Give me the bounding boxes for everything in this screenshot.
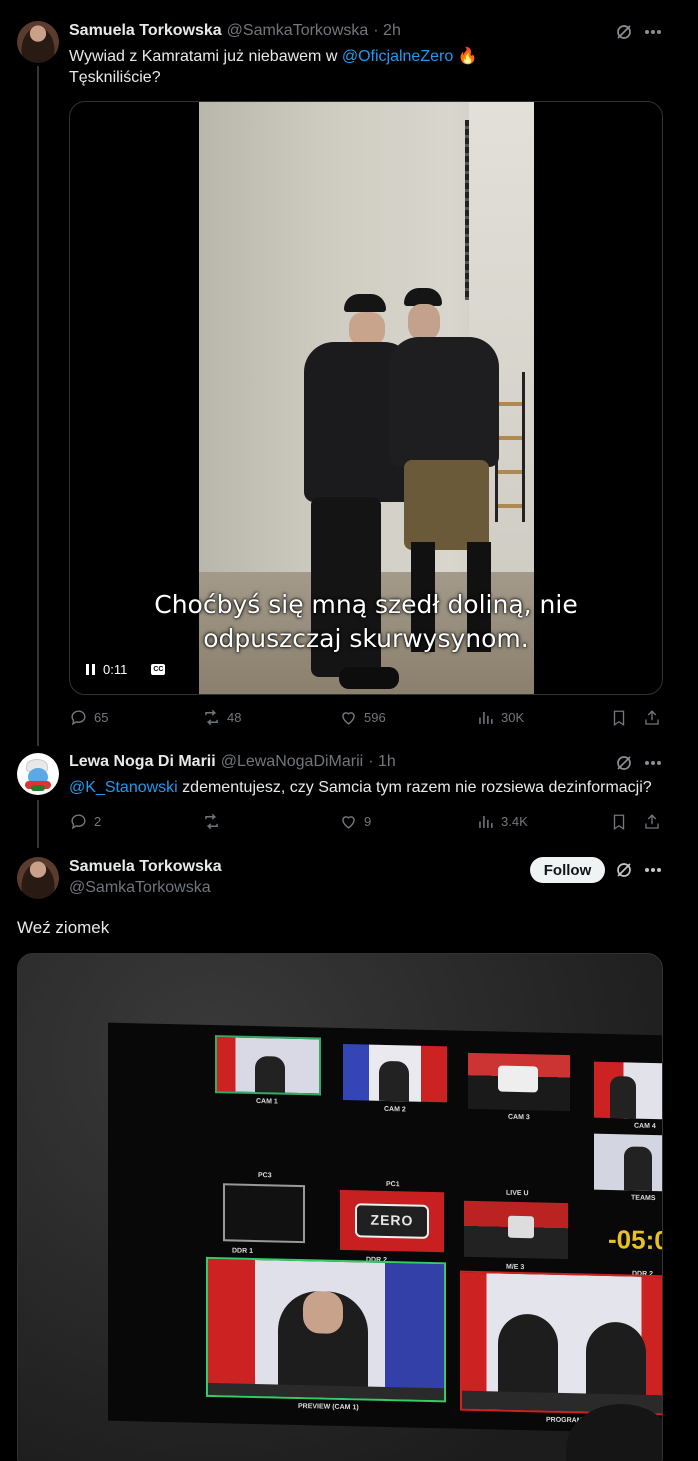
repost-button[interactable] [202, 812, 227, 831]
video-subtitle: Choćbyś się mną szedł doliną, nie odpusz… [154, 590, 578, 653]
tweet-text-line2: Tęskniliście? [69, 69, 161, 86]
preview-label: PREVIEW (CAM 1) [298, 1402, 359, 1412]
views-button[interactable]: 30K [476, 708, 524, 727]
repost-icon [205, 709, 218, 726]
photo-media[interactable]: CAM 1 CAM 2 CAM 3 CAM 4 TEAMS PC3 DDR 1 … [17, 953, 663, 1461]
teams-label: TEAMS [631, 1194, 656, 1203]
follow-button[interactable]: Follow [530, 857, 605, 883]
zero-logo: ZERO [370, 1211, 414, 1229]
like-button[interactable]: 596 [339, 708, 386, 727]
heart-icon [342, 712, 355, 725]
more-icon[interactable] [642, 860, 664, 880]
heart-icon [342, 816, 355, 829]
mention-link[interactable]: @OficjalneZero [342, 48, 453, 65]
avatar[interactable] [17, 753, 59, 795]
repost-button[interactable]: 48 [202, 708, 241, 727]
like-button[interactable]: 9 [339, 812, 371, 831]
video-time: 0:11 [103, 662, 128, 677]
author-handle[interactable]: @SamkaTorkowska [227, 22, 369, 40]
tweet-text: Wywiad z Kamratami już niebawem w [69, 48, 342, 65]
author-name[interactable]: Samuela Torkowska [69, 22, 222, 40]
pc3-thumb [223, 1183, 305, 1244]
pc1-label: PC1 [386, 1180, 400, 1189]
grok-icon[interactable] [613, 753, 635, 773]
cam4-label: CAM 4 [634, 1122, 656, 1131]
cam1-label: CAM 1 [256, 1098, 278, 1106]
grok-icon[interactable] [613, 860, 635, 880]
grok-icon[interactable] [613, 22, 635, 42]
tweet-text: zdementujesz, czy Samcia tym razem nie r… [177, 779, 652, 796]
cam2-thumb [343, 1043, 447, 1103]
ddr1-label: DDR 1 [232, 1247, 254, 1255]
share-icon[interactable] [641, 708, 663, 728]
cam3-thumb [468, 1052, 570, 1112]
more-icon[interactable] [642, 753, 664, 773]
program-thumb [460, 1270, 662, 1416]
bookmark-icon[interactable] [608, 708, 630, 728]
mention-link[interactable]: @K_Stanowski [69, 779, 178, 796]
share-icon[interactable] [641, 812, 663, 832]
bookmark-icon[interactable] [608, 812, 630, 832]
cam2-label: CAM 2 [384, 1105, 406, 1114]
cam3-label: CAM 3 [508, 1113, 530, 1122]
reply-icon [71, 710, 86, 726]
author-handle[interactable]: @SamkaTorkowska [69, 879, 211, 897]
monitor-screen: CAM 1 CAM 2 CAM 3 CAM 4 TEAMS PC3 DDR 1 … [108, 1022, 663, 1434]
preview-thumb [206, 1256, 446, 1403]
avatar[interactable] [17, 857, 59, 899]
video-player[interactable]: Choćbyś się mną szedł doliną, nie odpusz… [69, 101, 663, 695]
liveu-label: LIVE U [506, 1189, 529, 1198]
repost-icon [205, 813, 218, 830]
teams-thumb [594, 1133, 662, 1192]
author-name[interactable]: Lewa Noga Di Marii [69, 753, 216, 771]
reply-button[interactable]: 2 [69, 812, 101, 831]
cam4-thumb [594, 1061, 662, 1120]
thread-line [37, 66, 39, 746]
fire-emoji: 🔥 [457, 48, 478, 65]
pc1-thumb: ZERO [340, 1189, 444, 1253]
avatar[interactable] [17, 21, 59, 63]
liveu-thumb [464, 1200, 568, 1260]
views-icon [479, 711, 493, 724]
reply-icon [71, 814, 86, 830]
reply-button[interactable]: 65 [69, 708, 108, 727]
tweet-text: Weź ziomek [17, 918, 110, 937]
author-handle[interactable]: @LewaNogaDiMarii [221, 753, 364, 771]
pc3-label: PC3 [258, 1172, 272, 1180]
pause-icon[interactable] [86, 664, 95, 675]
views-icon [479, 815, 493, 828]
thread-line [37, 800, 39, 848]
countdown-timer: -05:0 [608, 1223, 663, 1256]
cam1-thumb [215, 1035, 321, 1096]
post-time[interactable]: · 2h [373, 22, 401, 40]
captions-button[interactable]: CC [151, 664, 166, 675]
post-time[interactable]: · 1h [368, 753, 396, 771]
author-name[interactable]: Samuela Torkowska [69, 858, 222, 876]
more-icon[interactable] [642, 22, 664, 42]
me3-label: M/E 3 [506, 1263, 525, 1272]
views-button[interactable]: 3.4K [476, 812, 528, 831]
